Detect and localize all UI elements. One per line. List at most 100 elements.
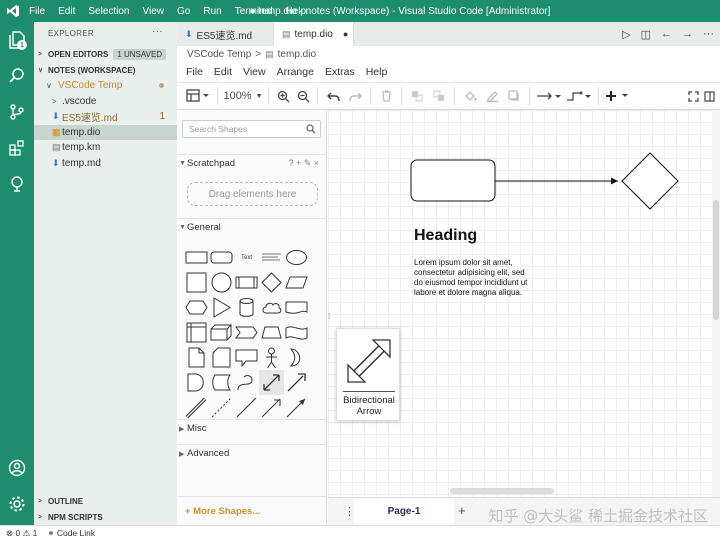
text-shape[interactable]: Text xyxy=(234,245,259,270)
link-shape[interactable] xyxy=(184,395,209,420)
directional-connector-shape[interactable] xyxy=(284,395,309,420)
more-actions-icon[interactable]: ··· xyxy=(152,26,163,37)
more-actions-icon[interactable]: ··· xyxy=(703,28,714,40)
source-control-activity[interactable] xyxy=(0,94,34,130)
triangle-shape[interactable] xyxy=(209,295,234,320)
general-header[interactable]: ▼ General xyxy=(177,218,327,236)
search-shapes-input[interactable]: Search Shapes xyxy=(182,120,321,138)
search-activity[interactable] xyxy=(0,58,34,94)
drawio-menu-edit[interactable]: Edit xyxy=(214,66,232,78)
zoom-out-button[interactable] xyxy=(293,86,313,106)
hexagon-shape[interactable] xyxy=(184,295,209,320)
to-front-button[interactable] xyxy=(406,86,428,106)
circle-shape[interactable] xyxy=(209,270,234,295)
manage-activity[interactable] xyxy=(0,486,34,522)
folder-vscode-temp[interactable]: ∨ VSCode Temp xyxy=(34,78,177,94)
go-back-icon[interactable]: ← xyxy=(661,28,672,40)
cube-shape[interactable] xyxy=(209,320,234,345)
actor-shape[interactable] xyxy=(259,345,284,370)
process-shape[interactable] xyxy=(234,270,259,295)
menu-go[interactable]: Go xyxy=(177,6,190,17)
rounded-rectangle-shape[interactable] xyxy=(209,245,234,270)
extensions-activity[interactable] xyxy=(0,130,34,166)
bidirectional-arrow-shape[interactable] xyxy=(259,370,284,395)
connection-style-button[interactable] xyxy=(534,86,564,106)
view-panels-button[interactable] xyxy=(183,86,213,106)
vertical-scrollbar[interactable] xyxy=(712,110,720,497)
delay-shape[interactable] xyxy=(184,370,209,395)
format-panel-button[interactable] xyxy=(702,86,716,106)
drawio-menu-view[interactable]: View xyxy=(243,66,266,78)
ellipse-shape[interactable] xyxy=(284,245,309,270)
outline-section[interactable]: > OUTLINE xyxy=(34,493,177,509)
drawio-menu-arrange[interactable]: Arrange xyxy=(277,66,314,78)
more-shapes-button[interactable]: + More Shapes... xyxy=(185,506,260,517)
tree-item[interactable]: ⬇ ES5速览.md 1 xyxy=(34,109,177,125)
or-shape[interactable] xyxy=(284,345,309,370)
drawio-menu-extras[interactable]: Extras xyxy=(325,66,355,78)
workspace-section[interactable]: ∨ NOTES (WORKSPACE) xyxy=(34,62,177,78)
breadcrumb-file[interactable]: temp.dio xyxy=(278,49,316,60)
menu-terminal[interactable]: Terminal xyxy=(235,6,273,17)
accounts-activity[interactable] xyxy=(0,450,34,486)
trapezoid-shape[interactable] xyxy=(259,320,284,345)
problems-indicator[interactable]: ⊗ 0 ⚠ 1 xyxy=(6,528,37,539)
shadow-button[interactable] xyxy=(503,86,525,106)
scratchpad-dropzone[interactable]: Drag elements here xyxy=(187,182,318,206)
insert-button[interactable] xyxy=(603,86,633,106)
page-tab[interactable]: Page-1 xyxy=(354,498,454,525)
tree-item[interactable]: ⬇ temp.md xyxy=(34,156,177,172)
open-editors-section[interactable]: > OPEN EDITORS 1 UNSAVED xyxy=(34,46,177,62)
scratchpad-actions[interactable]: ? + ✎ × xyxy=(288,158,319,169)
cloud-shape[interactable] xyxy=(259,295,284,320)
code-link-item[interactable]: ⚭ Code Link xyxy=(47,528,95,539)
run-icon[interactable]: ▷ xyxy=(622,28,630,41)
menu-selection[interactable]: Selection xyxy=(88,6,129,17)
fill-color-button[interactable] xyxy=(459,86,481,106)
step-shape[interactable] xyxy=(234,320,259,345)
menu-view[interactable]: View xyxy=(143,6,165,17)
advanced-header[interactable]: ▶ Advanced xyxy=(177,444,327,462)
lorem-text-block[interactable]: Lorem ipsum dolor sit amet, consectetur … xyxy=(414,258,527,298)
drawio-menu-help[interactable]: Help xyxy=(366,66,388,78)
horizontal-scrollbar[interactable] xyxy=(450,488,554,494)
document-shape[interactable] xyxy=(284,295,309,320)
cylinder-shape[interactable] xyxy=(234,295,259,320)
npm-scripts-section[interactable]: > NPM SCRIPTS xyxy=(34,509,177,525)
tab-temp-dio[interactable]: ▤ temp.dio ● xyxy=(274,22,354,46)
dashed-line-shape[interactable] xyxy=(209,395,234,420)
rounded-rect-node[interactable] xyxy=(410,159,496,202)
tree-item-selected[interactable]: ▦ temp.dio xyxy=(34,124,177,140)
zoom-in-button[interactable] xyxy=(273,86,293,106)
connector-arrow-shape[interactable] xyxy=(259,395,284,420)
tab-es5[interactable]: ⬇ ES5速览.md xyxy=(177,22,274,46)
tree-item[interactable]: ▤ temp.km xyxy=(34,140,177,156)
diamond-shape[interactable] xyxy=(259,270,284,295)
data-storage-shape[interactable] xyxy=(209,370,234,395)
dirty-indicator[interactable]: ● xyxy=(343,29,348,39)
callout-shape[interactable] xyxy=(234,345,259,370)
remote-activity[interactable] xyxy=(0,166,34,202)
line-shape[interactable] xyxy=(234,395,259,420)
internal-storage-shape[interactable] xyxy=(184,320,209,345)
to-back-button[interactable] xyxy=(428,86,450,106)
split-editor-icon[interactable]: ◫ xyxy=(641,28,651,41)
tree-item[interactable]: > .vscode xyxy=(34,94,177,110)
zoom-select[interactable]: 100% ▼ xyxy=(222,86,264,106)
note-shape[interactable] xyxy=(184,345,209,370)
breadcrumb-folder[interactable]: VSCode Temp xyxy=(187,49,251,60)
scroll-thumb[interactable] xyxy=(713,200,719,320)
explorer-activity[interactable]: 1 xyxy=(0,22,34,58)
go-forward-icon[interactable]: → xyxy=(682,28,693,40)
menu-file[interactable]: File xyxy=(29,6,45,17)
curve-shape[interactable] xyxy=(234,370,259,395)
menu-edit[interactable]: Edit xyxy=(58,6,75,17)
misc-header[interactable]: ▶ Misc xyxy=(177,419,327,437)
diagram-canvas[interactable]: Heading Lorem ipsum dolor sit amet, cons… xyxy=(328,110,712,497)
waypoints-button[interactable] xyxy=(564,86,594,106)
scratchpad-header[interactable]: ▼ Scratchpad ? + ✎ × xyxy=(177,154,327,172)
drawio-menu-file[interactable]: File xyxy=(186,66,203,78)
tape-shape[interactable] xyxy=(284,320,309,345)
arrow-shape[interactable] xyxy=(284,370,309,395)
redo-button[interactable] xyxy=(344,86,366,106)
